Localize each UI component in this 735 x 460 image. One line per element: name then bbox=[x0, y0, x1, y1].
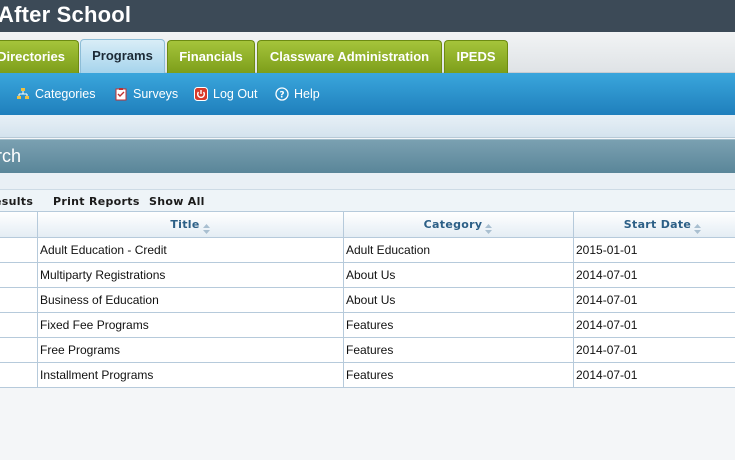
svg-text:?: ? bbox=[279, 91, 284, 101]
tab-financials[interactable]: Financials bbox=[167, 40, 255, 73]
panel-header: rch bbox=[0, 139, 735, 173]
cell-start-date: 2014-07-01 bbox=[576, 268, 638, 282]
panel-title: rch bbox=[0, 146, 22, 166]
table-row[interactable]: Adult Education - Credit Adult Education… bbox=[0, 238, 735, 263]
tab-directories[interactable]: Directories bbox=[0, 40, 79, 73]
nav-categories[interactable]: Categories bbox=[16, 85, 95, 103]
nav-help-label: Help bbox=[294, 87, 320, 101]
cell-start-date: 2014-07-01 bbox=[576, 318, 638, 332]
column-header-title-label: Title bbox=[170, 218, 200, 231]
sitemap-icon bbox=[16, 87, 30, 101]
app-title: After School bbox=[0, 2, 132, 27]
nav-surveys[interactable]: Surveys bbox=[114, 85, 178, 103]
breadcrumb-strip bbox=[0, 115, 735, 138]
results-toolbar: esults Print Reports Show All bbox=[0, 189, 735, 211]
cell-title: Free Programs bbox=[40, 343, 121, 357]
cell-category: Features bbox=[346, 318, 394, 332]
cell-start-date: 2015-01-01 bbox=[576, 243, 638, 257]
column-divider bbox=[343, 211, 344, 388]
nav-categories-label: Categories bbox=[35, 87, 96, 101]
help-circle-icon: ? bbox=[275, 87, 289, 101]
sub-navigation: Categories Surveys Log Out ? Help bbox=[0, 73, 735, 115]
sort-arrows-icon bbox=[485, 218, 493, 234]
cell-category: About Us bbox=[346, 293, 396, 307]
column-header-title[interactable]: Title bbox=[37, 212, 343, 238]
cell-start-date: 2014-07-01 bbox=[576, 343, 638, 357]
nav-log-out-label: Log Out bbox=[213, 87, 258, 101]
cell-start-date: 2014-07-01 bbox=[576, 368, 638, 382]
column-header-category-label: Category bbox=[423, 218, 483, 231]
column-header-start-date-label: Start Date bbox=[623, 218, 692, 231]
cell-category: Features bbox=[346, 343, 394, 357]
tab-classware-administration[interactable]: Classware Administration bbox=[257, 40, 442, 73]
sort-arrows-icon bbox=[694, 218, 702, 234]
nav-surveys-label: Surveys bbox=[133, 87, 179, 101]
app-header: After School bbox=[0, 0, 735, 32]
tab-programs[interactable]: Programs bbox=[80, 39, 165, 73]
main-tabs: Directories Programs Financials Classwar… bbox=[0, 32, 735, 73]
cell-title: Installment Programs bbox=[40, 368, 154, 382]
table-row[interactable]: Fixed Fee Programs Features 2014-07-01 bbox=[0, 313, 735, 338]
cell-title: Adult Education - Credit bbox=[40, 243, 167, 257]
column-header-category[interactable]: Category bbox=[343, 212, 573, 238]
nav-log-out[interactable]: Log Out bbox=[194, 85, 257, 103]
column-header-start-date[interactable]: Start Date bbox=[573, 212, 735, 238]
table-row[interactable]: Multiparty Registrations About Us 2014-0… bbox=[0, 263, 735, 288]
tab-ipeds[interactable]: IPEDS bbox=[444, 40, 508, 73]
sort-arrows-icon bbox=[202, 218, 210, 234]
column-divider bbox=[37, 211, 38, 388]
panel-spacer bbox=[0, 173, 735, 189]
column-divider bbox=[573, 211, 574, 388]
table-row[interactable]: Installment Programs Features 2014-07-01 bbox=[0, 363, 735, 388]
results-link[interactable]: esults bbox=[0, 195, 33, 208]
print-reports-link[interactable]: Print Reports bbox=[53, 195, 140, 208]
cell-title: Business of Education bbox=[40, 293, 159, 307]
cell-category: Features bbox=[346, 368, 394, 382]
clipboard-icon bbox=[114, 87, 128, 101]
cell-start-date: 2014-07-01 bbox=[576, 293, 638, 307]
cell-category: Adult Education bbox=[346, 243, 431, 257]
cell-title: Multiparty Registrations bbox=[40, 268, 166, 282]
power-icon bbox=[194, 87, 208, 101]
cell-category: About Us bbox=[346, 268, 396, 282]
nav-help[interactable]: ? Help bbox=[275, 85, 320, 103]
table-row[interactable]: Business of Education About Us 2014-07-0… bbox=[0, 288, 735, 313]
table-row[interactable]: Free Programs Features 2014-07-01 bbox=[0, 338, 735, 363]
show-all-link[interactable]: Show All bbox=[149, 195, 205, 208]
cell-title: Fixed Fee Programs bbox=[40, 318, 149, 332]
table-header: Title Category Start Date bbox=[0, 211, 735, 238]
